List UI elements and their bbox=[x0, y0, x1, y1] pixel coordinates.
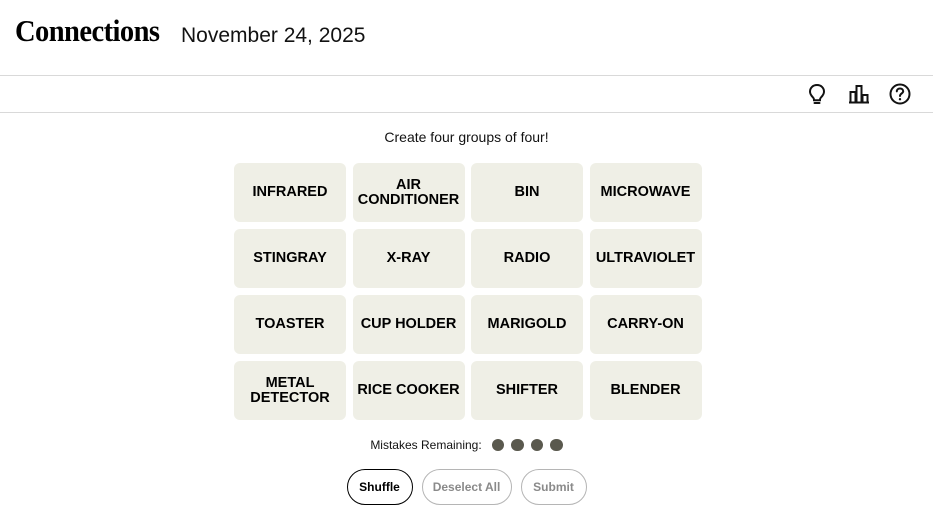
mistakes-label: Mistakes Remaining: bbox=[370, 438, 482, 452]
tile-label: STINGRAY bbox=[253, 250, 327, 266]
header: Connections November 24, 2025 bbox=[0, 0, 933, 76]
tile-label: RADIO bbox=[503, 250, 551, 266]
tile-label: TOASTER bbox=[255, 316, 325, 332]
tile-label: INFRARED bbox=[252, 184, 328, 200]
submit-button[interactable]: Submit bbox=[520, 469, 587, 505]
tile-label: MARIGOLD bbox=[487, 316, 567, 332]
tile-label: RICE COOKER bbox=[357, 382, 460, 398]
word-tile[interactable]: SHIFTER bbox=[471, 361, 583, 420]
mistake-dot bbox=[550, 438, 563, 452]
word-tile[interactable]: BLENDER bbox=[589, 361, 702, 420]
word-tile[interactable]: RADIO bbox=[471, 229, 583, 288]
tile-label: SHIFTER bbox=[495, 382, 559, 398]
word-tile[interactable]: AIR CONDITIONER bbox=[352, 163, 465, 222]
mistake-dot bbox=[530, 438, 544, 452]
word-tile[interactable]: INFRARED bbox=[234, 163, 346, 222]
word-tile[interactable]: RICE COOKER bbox=[352, 361, 465, 420]
tile-label: MICROWAVE bbox=[600, 184, 691, 200]
word-tile[interactable]: CUP HOLDER bbox=[352, 295, 465, 354]
tile-label: BLENDER bbox=[610, 382, 681, 398]
lightbulb-icon[interactable] bbox=[806, 83, 828, 105]
tile-grid: INFRARED AIR CONDITIONER BIN MICROWAVE ST… bbox=[234, 163, 702, 420]
page-title: Connections bbox=[15, 13, 160, 48]
tile-label: METAL DETECTOR bbox=[250, 374, 330, 406]
word-tile[interactable]: MICROWAVE bbox=[589, 163, 702, 222]
word-tile[interactable]: STINGRAY bbox=[234, 229, 346, 288]
instructions-text: Create four groups of four! bbox=[384, 129, 549, 145]
mistake-dot bbox=[491, 438, 505, 452]
tile-label: ULTRAVIOLET bbox=[595, 250, 696, 266]
word-tile[interactable]: X-RAY bbox=[352, 229, 465, 288]
leaderboard-icon-svg bbox=[849, 85, 869, 104]
help-icon[interactable] bbox=[889, 83, 911, 105]
mistakes-remaining: Mistakes Remaining: bbox=[0, 436, 933, 454]
leaderboard-icon[interactable] bbox=[848, 83, 870, 105]
word-tile[interactable]: ULTRAVIOLET bbox=[589, 229, 702, 288]
word-tile[interactable]: BIN bbox=[471, 163, 583, 222]
shuffle-button[interactable]: Shuffle bbox=[346, 469, 413, 505]
mistake-dots bbox=[491, 438, 563, 452]
tile-label: CARRY-ON bbox=[607, 316, 684, 332]
help-icon-svg bbox=[889, 83, 911, 105]
word-tile[interactable]: MARIGOLD bbox=[471, 295, 583, 354]
lightbulb-icon-svg bbox=[808, 83, 826, 104]
tile-label: AIR CONDITIONER bbox=[357, 176, 460, 208]
word-tile[interactable]: METAL DETECTOR bbox=[234, 361, 346, 420]
word-tile[interactable]: TOASTER bbox=[234, 295, 346, 354]
tile-label: BIN bbox=[514, 184, 540, 200]
puzzle-date: November 24, 2025 bbox=[181, 24, 366, 47]
mistake-dot bbox=[511, 438, 524, 452]
tile-label: X-RAY bbox=[386, 250, 431, 266]
deselect-all-button[interactable]: Deselect All bbox=[421, 469, 512, 505]
action-buttons: Shuffle Deselect All Submit bbox=[0, 469, 933, 505]
toolbar bbox=[0, 76, 933, 113]
word-tile[interactable]: CARRY-ON bbox=[589, 295, 702, 354]
tile-label: CUP HOLDER bbox=[360, 316, 457, 332]
